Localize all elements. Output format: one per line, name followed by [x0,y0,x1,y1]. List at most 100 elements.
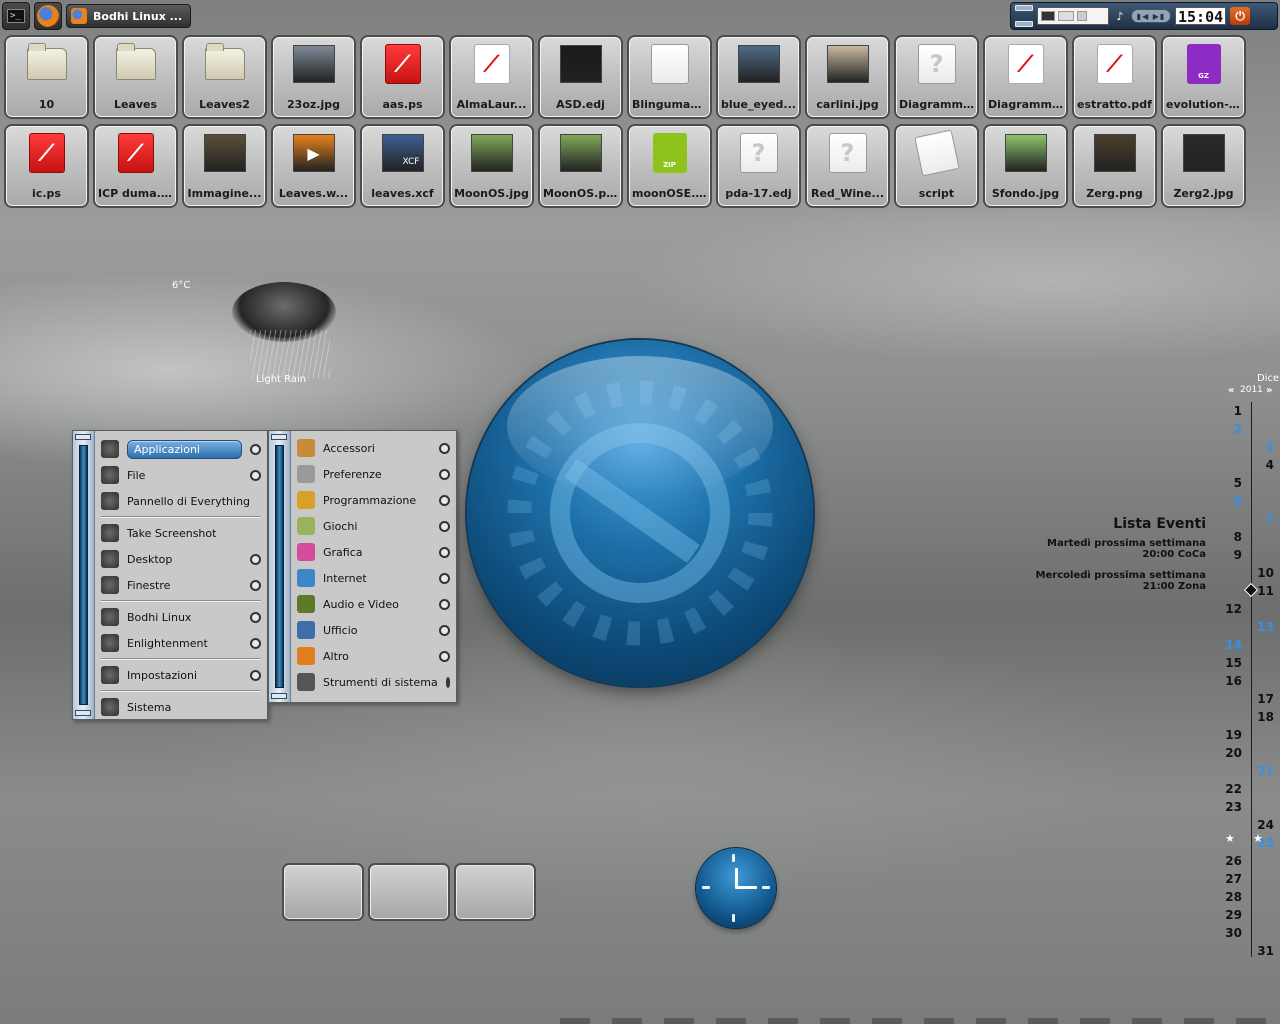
calendar-day[interactable]: 21 [1254,764,1274,778]
desktop-icon[interactable]: ⟋ aas.ps [360,35,445,119]
calendar-day[interactable]: 1 [1222,404,1242,418]
desktop-icon[interactable]: ? Red_Wine... [805,124,890,208]
menu-item-preferenze[interactable]: Preferenze [293,462,452,486]
menu-item-pannello-di-everything[interactable]: Pannello di Everything [97,489,263,513]
desktop-icon[interactable]: ⟋ AlmaLaur... [449,35,534,119]
programming-icon [297,491,315,509]
calendar-day[interactable]: 5 [1222,476,1242,490]
menu-item-file[interactable]: File [97,463,263,487]
desktop-icon-label: Leaves2 [199,98,250,111]
calendar-day[interactable]: 14 [1222,638,1242,652]
menu-item-sistema[interactable]: Sistema [97,695,263,719]
menu-item-programmazione[interactable]: Programmazione [293,488,452,512]
weather-condition: Light Rain [256,374,307,385]
menu-scroll-rail[interactable] [73,431,95,719]
clock-gadget[interactable] [696,848,776,928]
power-icon[interactable]: ⏻ [1230,7,1251,25]
calendar-day[interactable]: 6 [1222,494,1242,508]
calendar-day[interactable]: 28 [1222,890,1242,904]
calendar-day[interactable]: 19 [1222,728,1242,742]
calendar-day[interactable]: 30 [1222,926,1242,940]
calendar-prev-button[interactable]: « [1228,385,1234,396]
desktop-icon[interactable]: Leaves2 [182,35,267,119]
taskbar-window-bodhi[interactable]: Bodhi Linux ... [66,4,192,28]
desktop-icon[interactable]: ASD.edj [538,35,623,119]
menu-item-accessori[interactable]: Accessori [293,436,452,460]
desktop-icon[interactable]: Sfondo.jpg [983,124,1068,208]
desktop-icon[interactable]: ▶ Leaves.w... [271,124,356,208]
desktop-icon[interactable]: ? pda-17.edj [716,124,801,208]
calendar-next-button[interactable]: » [1266,385,1272,396]
desktop-icon[interactable]: ? Diagramm... [894,35,979,119]
calendar-day[interactable]: 26 [1222,854,1242,868]
desktop-icon[interactable]: Zerg2.jpg [1161,124,1246,208]
calendar-day[interactable]: 17 [1254,692,1274,706]
desktop-icon[interactable]: Leaves [93,35,178,119]
desktop-icon[interactable]: script [894,124,979,208]
menu-item-impostazioni[interactable]: Impostazioni [97,663,263,687]
desktop-icon[interactable]: ⟋ ICP duma.ps [93,124,178,208]
desktop-icon[interactable]: blue_eyed... [716,35,801,119]
virtual-desktop-pager[interactable] [1037,7,1109,25]
desktop-icon[interactable]: 10 [4,35,89,119]
desktop-icon[interactable]: MoonOS.png [538,124,623,208]
menu-item-giochi[interactable]: Giochi [293,514,452,538]
desktop-icon[interactable]: GZ evolution-... [1161,35,1246,119]
menu-item-applicazioni[interactable]: Applicazioni [97,437,263,461]
shelf-handle[interactable] [1015,5,1033,27]
desktop-icon[interactable]: Zerg.png [1072,124,1157,208]
calendar-day[interactable]: 7 [1254,512,1274,526]
desktop-icon[interactable]: carlini.jpg [805,35,890,119]
menu-item-enlightenment[interactable]: Enlightenment [97,631,263,655]
desktop-icon[interactable]: ⟋ Diagramm... [983,35,1068,119]
menu-item-grafica[interactable]: Grafica [293,540,452,564]
terminal-icon: >_ [7,9,25,23]
calendar-day[interactable]: 2 [1222,422,1242,436]
menu-item-take-screenshot[interactable]: Take Screenshot [97,521,263,545]
desktop-icon[interactable]: Immagine... [182,124,267,208]
firefox-launcher[interactable] [34,2,62,30]
menu-item-bodhi-linux[interactable]: Bodhi Linux [97,605,263,629]
menu-item-desktop[interactable]: Desktop [97,547,263,571]
desktop-icon[interactable]: BlingumaE... [627,35,712,119]
media-controls[interactable]: ▮◀ ▶▮ [1131,9,1171,23]
calendar-day[interactable]: 8 [1222,530,1242,544]
calendar-day[interactable]: 4 [1254,458,1274,472]
calendar-day[interactable]: 3 [1254,440,1274,454]
empty-shelf-button-1[interactable] [282,863,364,921]
desktop-icon[interactable]: ZIP moonOSE.... [627,124,712,208]
desktop-icon[interactable]: ⟋ estratto.pdf [1072,35,1157,119]
desktop-icon-label: AlmaLaur... [456,98,527,111]
menu-item-finestre[interactable]: Finestre [97,573,263,597]
desktop-icon[interactable]: MoonOS.jpg [449,124,534,208]
calendar-day[interactable]: 27 [1222,872,1242,886]
desktop-icon[interactable]: XCF leaves.xcf [360,124,445,208]
calendar-day[interactable]: 9 [1222,548,1242,562]
menu-item-ufficio[interactable]: Ufficio [293,618,452,642]
calendar-day[interactable]: 31 [1254,944,1274,958]
calendar-day[interactable]: 10 [1254,566,1274,580]
calendar-day[interactable]: 15 [1222,656,1242,670]
calendar-day[interactable]: 18 [1254,710,1274,724]
calendar-day[interactable]: 13 [1254,620,1274,634]
empty-shelf-button-3[interactable] [454,863,536,921]
calendar-day[interactable]: 23 [1222,800,1242,814]
menu-item-strumenti-di-sistema[interactable]: Strumenti di sistema [293,670,452,694]
desktop-icon[interactable]: ⟋ ic.ps [4,124,89,208]
submenu-scroll-rail[interactable] [269,431,291,702]
calendar-day[interactable]: 16 [1222,674,1242,688]
empty-shelf-button-2[interactable] [368,863,450,921]
volume-icon[interactable]: ♪ [1113,7,1127,25]
calendar-day[interactable]: 24 [1254,818,1274,832]
calendar-day[interactable]: 22 [1222,782,1242,796]
calendar-day[interactable]: 29 [1222,908,1242,922]
menu-item-audio-e-video[interactable]: Audio e Video [293,592,452,616]
desktop-icon[interactable]: 23oz.jpg [271,35,356,119]
events-list: Lista Eventi Martedì prossima settimana 2… [1036,516,1206,602]
terminal-launcher[interactable]: >_ [2,2,30,30]
menu-item-altro[interactable]: Altro [293,644,452,668]
menu-item-internet[interactable]: Internet [293,566,452,590]
calendar-day[interactable]: 12 [1222,602,1242,616]
calendar-day[interactable]: 20 [1222,746,1242,760]
clock-display[interactable]: 15:04 [1175,7,1227,26]
